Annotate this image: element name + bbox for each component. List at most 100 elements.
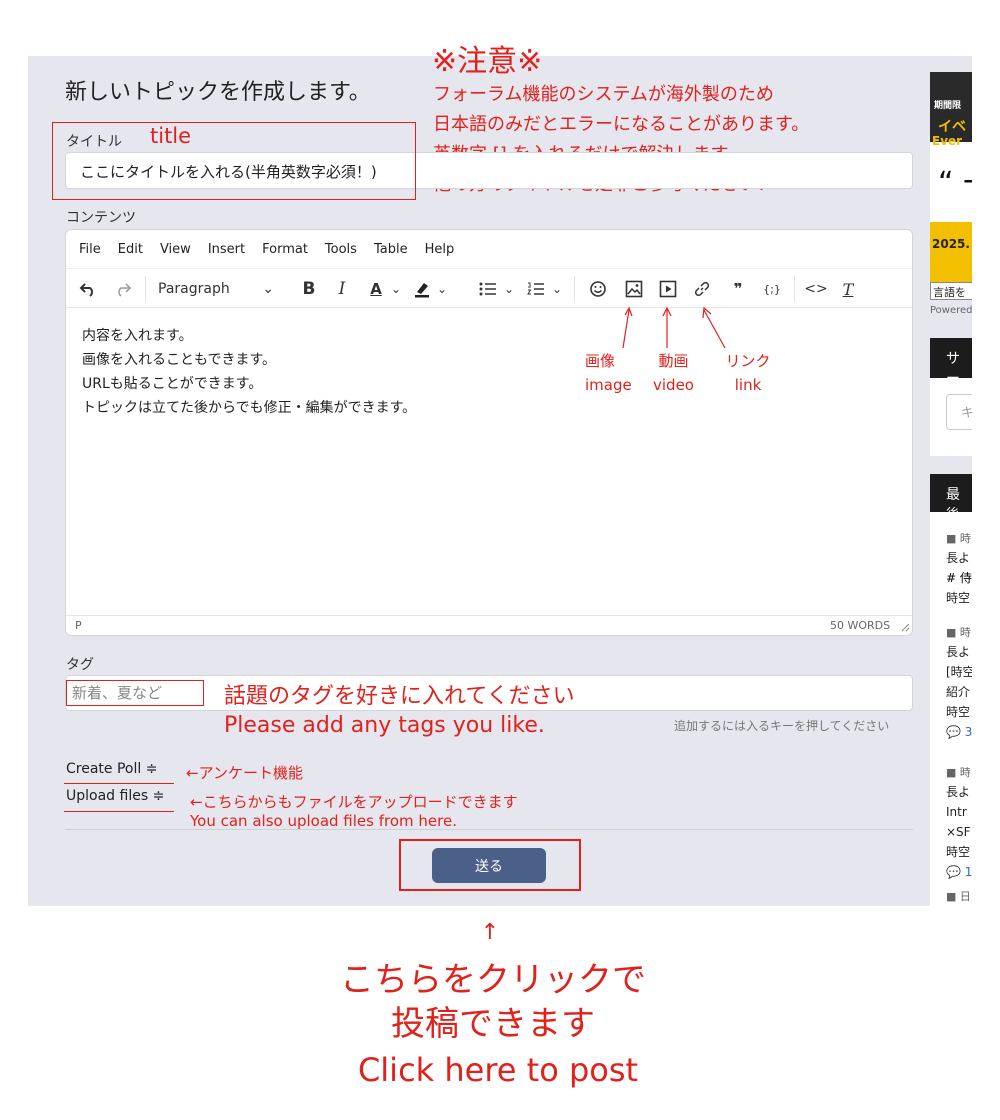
banner-text: イベ bbox=[938, 119, 966, 135]
toolbar-separator bbox=[574, 276, 575, 302]
menu-help[interactable]: Help bbox=[425, 242, 455, 257]
clear-format-icon[interactable]: T bbox=[836, 270, 860, 308]
upload-files-toggle[interactable]: Upload files ≑ bbox=[66, 788, 164, 804]
tags-highlight-box bbox=[66, 680, 204, 706]
search-widget: サー キ bbox=[930, 338, 972, 456]
editor-statusbar: P 50 WORDS bbox=[66, 615, 912, 635]
comment-count: 💬 3 bbox=[946, 725, 972, 739]
latest-header: 最後 bbox=[930, 474, 972, 523]
editor-toolbar: Paragraph ⌄ B I A ⌄ ⌄ ⌄ ⌄ ❞ {;} <> T bbox=[66, 270, 912, 308]
event-banner[interactable]: 期間限 イベ Ever “ 一 2025. bbox=[930, 72, 972, 294]
latest-widget: 最後 ■ 時 長よ # 侍 時空 ■ 時 長よ [時空 紹介 時空 💬 3 ■ … bbox=[930, 474, 972, 906]
redo-icon[interactable] bbox=[110, 270, 136, 308]
menu-table[interactable]: Table bbox=[374, 242, 408, 257]
list-item-meta: ■ 時 bbox=[946, 626, 971, 639]
link-annotation-en: link bbox=[734, 376, 762, 394]
toolbar-separator bbox=[145, 276, 146, 302]
banner-text: 期間限 bbox=[934, 101, 962, 111]
banner-text: Ever bbox=[932, 134, 963, 148]
menu-tools[interactable]: Tools bbox=[325, 242, 357, 257]
warning-line: フォーラム機能のシステムが海外製のため bbox=[433, 84, 774, 105]
list-item-line: 長よ bbox=[946, 645, 971, 659]
create-poll-toggle[interactable]: Create Poll ≑ bbox=[66, 761, 157, 777]
list-item-meta: ■ 時 bbox=[946, 532, 971, 545]
title-highlight-box bbox=[52, 122, 416, 200]
sort-toggle-icon: ≑ bbox=[145, 761, 158, 777]
list-item-line: 長よ bbox=[946, 785, 971, 799]
block-format-select[interactable]: Paragraph ⌄ bbox=[154, 270, 282, 308]
submit-arrow: ↑ bbox=[480, 920, 500, 945]
video-annotation-en: video bbox=[653, 376, 694, 394]
bold-icon[interactable]: B bbox=[296, 270, 322, 308]
content-line: トピックは立てた後からでも修正・編集ができます。 bbox=[82, 400, 417, 416]
toolbar-separator bbox=[794, 276, 795, 302]
numbered-list-icon[interactable] bbox=[524, 270, 548, 308]
editor-menubar: File Edit View Insert Format Tools Table… bbox=[66, 230, 912, 269]
tags-annotation-jp: 話題のタグを好きに入れてください bbox=[224, 684, 575, 709]
banner-date: 2025. bbox=[932, 237, 970, 251]
undo-icon[interactable] bbox=[74, 270, 102, 308]
comment-count: 💬 1 bbox=[946, 865, 972, 879]
menu-edit[interactable]: Edit bbox=[118, 242, 143, 257]
poll-underline bbox=[64, 783, 174, 784]
list-item-line: 紹介 bbox=[946, 685, 971, 699]
sort-toggle-icon: ≑ bbox=[152, 788, 165, 804]
menu-format[interactable]: Format bbox=[262, 242, 308, 257]
language-select[interactable]: 言語を bbox=[930, 282, 972, 300]
submit-highlight-box bbox=[399, 839, 581, 891]
content-line: URLも貼ることができます。 bbox=[82, 376, 263, 392]
chevron-down-icon[interactable]: ⌄ bbox=[435, 270, 449, 308]
tags-label: タグ bbox=[66, 657, 94, 673]
list-item-line: 時空 bbox=[946, 705, 971, 719]
menu-insert[interactable]: Insert bbox=[208, 242, 245, 257]
search-input[interactable]: キ bbox=[946, 394, 972, 430]
tags-hint: 追加するには入るキーを押してください bbox=[674, 719, 890, 733]
text-color-icon[interactable]: A bbox=[364, 270, 388, 308]
chevron-down-icon[interactable]: ⌄ bbox=[550, 270, 564, 308]
sidebar: 期間限 イベ Ever “ 一 2025. 言語を Powered サー キ 最… bbox=[930, 56, 972, 906]
list-item-line: Intr bbox=[946, 805, 967, 819]
upload-annotation-en: You can also upload files from here. bbox=[190, 812, 457, 830]
menu-file[interactable]: File bbox=[79, 242, 101, 257]
page-title: 新しいトピックを作成します。 bbox=[65, 80, 371, 105]
list-item[interactable]: ■ 時 長よ [時空 紹介 時空 💬 3 bbox=[946, 624, 972, 742]
editor-content[interactable]: 内容を入れます。 画像を入れることもできます。 URLも貼ることができます。 ト… bbox=[82, 324, 416, 420]
powered-by: Powered bbox=[930, 305, 972, 316]
list-item-line: 時空 bbox=[946, 591, 971, 605]
rich-text-editor: File Edit View Insert Format Tools Table… bbox=[65, 229, 913, 636]
word-count[interactable]: 50 WORDS bbox=[830, 619, 890, 632]
chevron-down-icon[interactable]: ⌄ bbox=[389, 270, 403, 308]
upload-annotation-jp: ←こちらからもファイルをアップロードできます bbox=[190, 793, 518, 811]
image-annotation: 画像 image bbox=[585, 349, 632, 397]
resize-handle-icon[interactable] bbox=[900, 622, 910, 632]
chevron-down-icon: ⌄ bbox=[262, 281, 274, 297]
list-item[interactable]: ■ 時 長よ Intr ×SF 時空 💬 1 bbox=[946, 764, 972, 882]
italic-icon[interactable]: I bbox=[330, 270, 354, 308]
warning-title: ※注意※ bbox=[432, 44, 543, 79]
list-item-line: 時空 bbox=[946, 845, 971, 859]
list-item-line: 長よ bbox=[946, 551, 971, 565]
click-annotation-line: こちらをクリックで bbox=[340, 960, 646, 1000]
source-code-icon[interactable]: <> bbox=[802, 270, 830, 308]
chevron-down-icon[interactable]: ⌄ bbox=[502, 270, 516, 308]
menu-view[interactable]: View bbox=[160, 242, 191, 257]
video-annotation-jp: 動画 bbox=[658, 352, 689, 370]
poll-annotation: ←アンケート機能 bbox=[186, 764, 303, 782]
form-divider bbox=[65, 829, 913, 830]
click-annotation-line: 投稿できます bbox=[391, 1004, 595, 1044]
click-annotation-jp: こちらをクリックで 投稿できます bbox=[0, 958, 986, 1046]
code-sample-icon[interactable]: {;} bbox=[758, 270, 786, 308]
warning-line: 日本語のみだとエラーになることがあります。 bbox=[433, 114, 810, 135]
upload-underline bbox=[64, 811, 174, 812]
list-item-line: ×SF bbox=[946, 825, 971, 839]
bullet-list-icon[interactable] bbox=[476, 270, 500, 308]
element-path[interactable]: P bbox=[75, 619, 82, 632]
list-item-line: # 侍 bbox=[946, 571, 972, 585]
content-line: 画像を入れることもできます。 bbox=[82, 352, 277, 368]
highlight-icon[interactable] bbox=[409, 270, 435, 308]
search-header: サー bbox=[930, 338, 972, 387]
block-format-value: Paragraph bbox=[158, 281, 230, 297]
list-item[interactable]: ■ 時 長よ # 侍 時空 bbox=[946, 530, 972, 608]
tags-annotation-en: Please add any tags you like. bbox=[224, 713, 545, 738]
click-annotation-en: Click here to post bbox=[357, 1051, 639, 1089]
